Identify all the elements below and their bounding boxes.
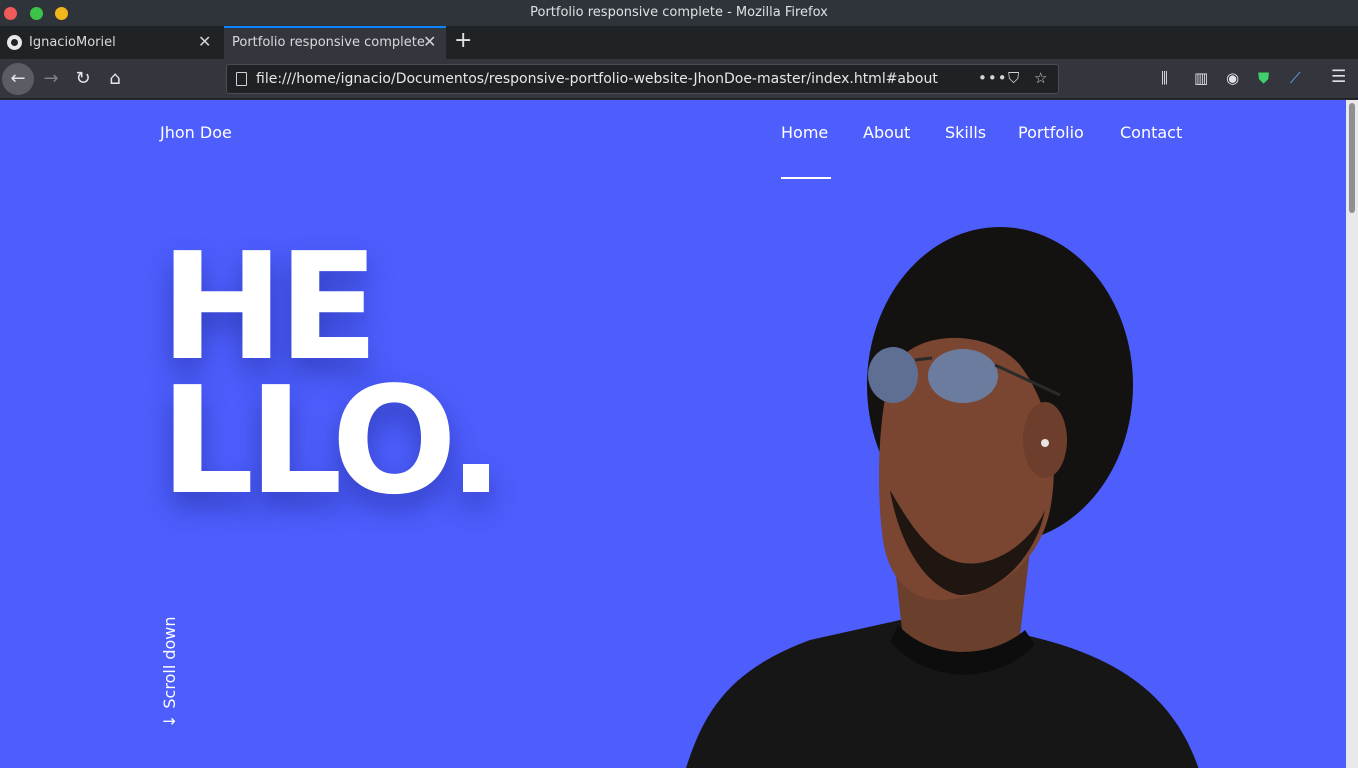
nav-link-skills[interactable]: Skills xyxy=(945,123,986,142)
close-tab-icon[interactable]: ✕ xyxy=(198,32,211,51)
window-title: Portfolio responsive complete - Mozilla … xyxy=(530,5,828,20)
hero-title-line-1: HE xyxy=(160,221,379,393)
scroll-down-link[interactable]: ↓ Scroll down xyxy=(160,616,179,728)
reload-button[interactable]: ↻ xyxy=(67,63,99,95)
sidebar-icon[interactable]: ▥ xyxy=(1194,69,1208,87)
tab-portfolio[interactable]: Portfolio responsive complete ✕ xyxy=(224,26,446,59)
site-logo[interactable]: Jhon Doe xyxy=(160,123,232,142)
page-scrollbar[interactable] xyxy=(1346,100,1358,768)
new-tab-button[interactable]: + xyxy=(454,28,472,53)
tab-strip: IgnacioMoriel ✕ Portfolio responsive com… xyxy=(0,26,1358,59)
hero-title-line-2: LLO. xyxy=(160,355,504,527)
active-nav-indicator xyxy=(781,177,831,179)
nav-link-home[interactable]: Home xyxy=(781,123,828,142)
close-tab-icon[interactable]: ✕ xyxy=(423,32,436,51)
bookmark-star-icon[interactable]: ☆ xyxy=(1034,69,1047,87)
tab-label: IgnacioMoriel xyxy=(29,35,116,50)
scroll-down-label: Scroll down xyxy=(160,616,179,709)
account-icon[interactable]: ◉ xyxy=(1226,69,1239,87)
hero-title: HE LLO. xyxy=(160,221,504,527)
hamburger-menu-icon[interactable]: ☰ xyxy=(1331,67,1346,87)
window-title-bar: Portfolio responsive complete - Mozilla … xyxy=(0,0,1358,26)
hero-portrait-image xyxy=(686,227,1199,768)
page-actions-button[interactable]: ••• xyxy=(978,69,1008,87)
scrollbar-thumb[interactable] xyxy=(1349,103,1355,213)
arrow-down-icon: ↓ xyxy=(160,714,179,728)
nav-toolbar: ← → ↻ ⌂ file:///home/ignacio/Documentos/… xyxy=(0,59,1358,99)
forward-button[interactable]: → xyxy=(35,63,67,95)
shield-extension-icon[interactable]: ⛊ xyxy=(1258,69,1269,87)
pocket-icon[interactable]: ⛉ xyxy=(1008,69,1019,87)
page-icon xyxy=(236,72,247,86)
nav-link-contact[interactable]: Contact xyxy=(1120,123,1182,142)
back-button[interactable]: ← xyxy=(2,63,34,95)
extension-icon[interactable]: ⟋ xyxy=(1290,69,1301,87)
library-icon[interactable]: ⫼ xyxy=(1161,69,1168,87)
home-button[interactable]: ⌂ xyxy=(99,63,131,95)
url-text[interactable]: file:///home/ignacio/Documentos/responsi… xyxy=(256,71,976,87)
tab-label: Portfolio responsive complete xyxy=(232,35,425,50)
page-viewport: Jhon Doe Home About Skills Portfolio Con… xyxy=(0,100,1346,768)
tab-ignaciomoriel[interactable]: IgnacioMoriel ✕ xyxy=(0,26,222,59)
url-bar[interactable]: file:///home/ignacio/Documentos/responsi… xyxy=(226,64,1059,94)
github-icon xyxy=(7,35,22,50)
nav-link-portfolio[interactable]: Portfolio xyxy=(1018,123,1084,142)
nav-link-about[interactable]: About xyxy=(863,123,910,142)
